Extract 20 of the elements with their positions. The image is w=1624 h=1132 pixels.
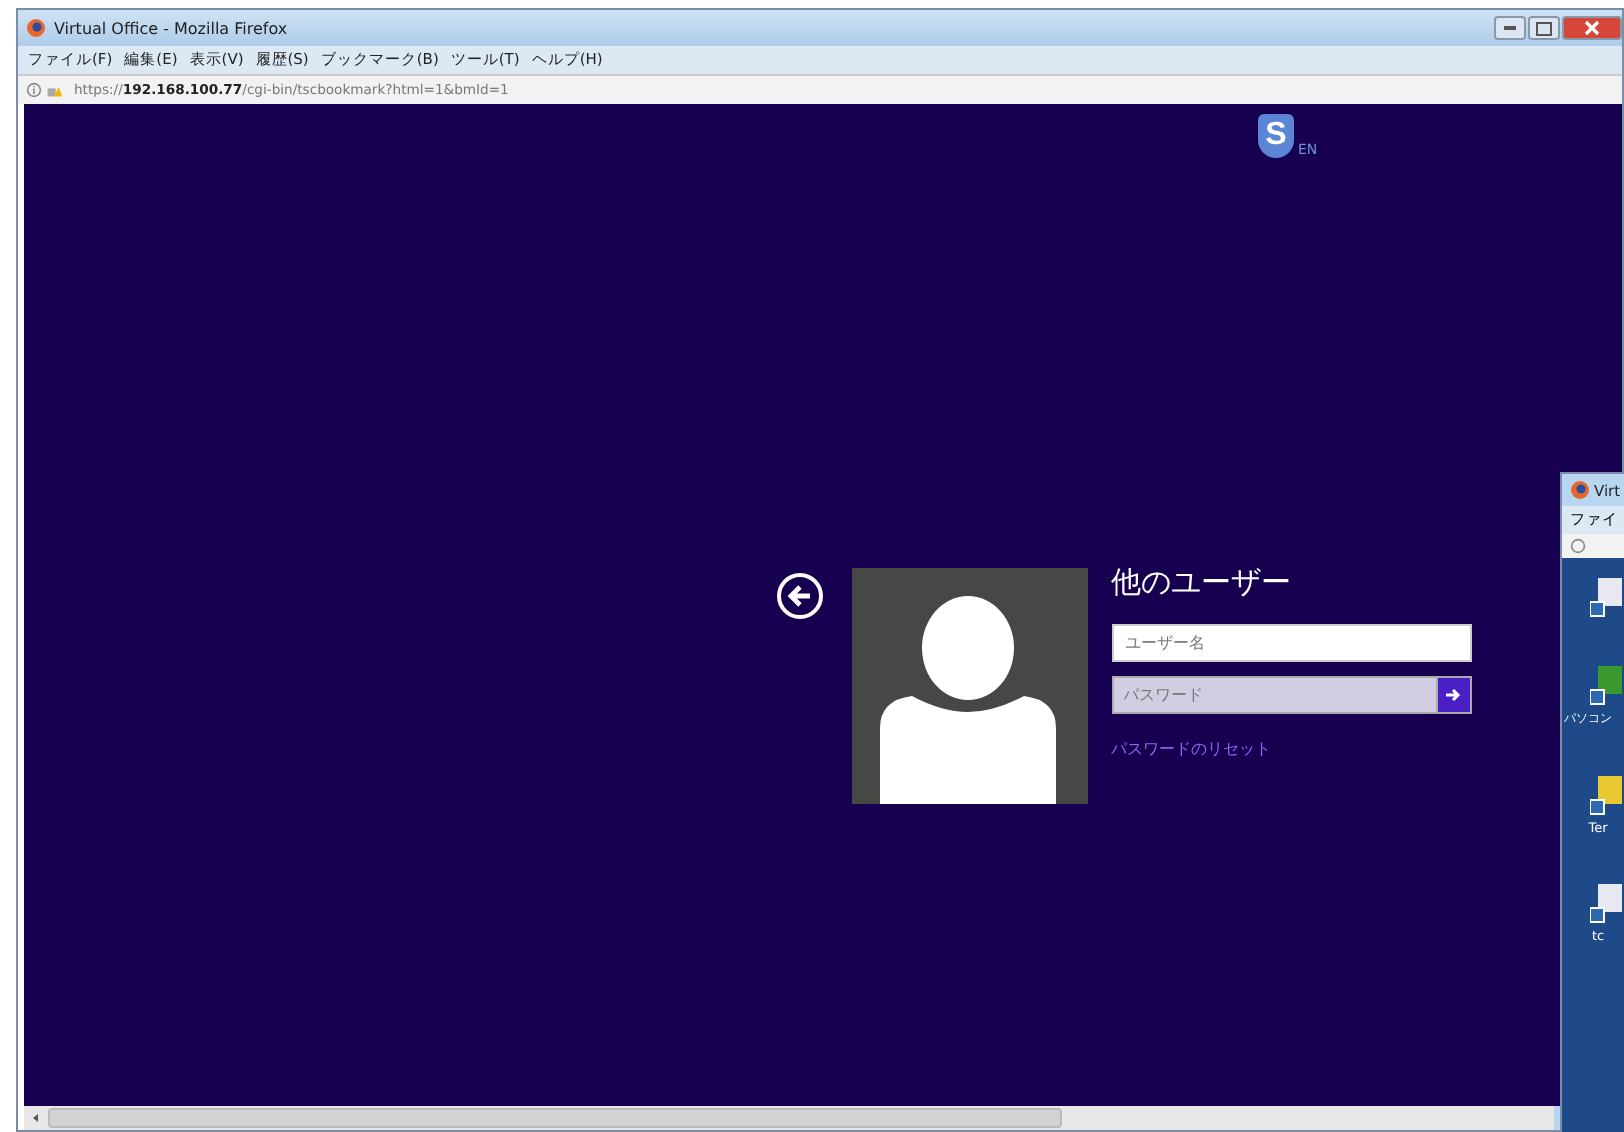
- submit-button[interactable]: [1435, 676, 1471, 714]
- window-title: Virtual Office - Mozilla Firefox: [54, 19, 288, 37]
- arrow-icon: [1444, 686, 1462, 704]
- shortcut-icon[interactable]: [1590, 884, 1624, 924]
- logo-shield: S: [1258, 114, 1294, 158]
- minimize-button[interactable]: [1494, 16, 1526, 40]
- password-field[interactable]: パスワード: [1111, 676, 1435, 714]
- shortcut-icon[interactable]: [1590, 666, 1624, 706]
- shortcut-icon[interactable]: [1590, 578, 1624, 618]
- browser-icon: [26, 18, 46, 38]
- username-field[interactable]: ユーザー名: [1111, 624, 1471, 662]
- shortcut-icon[interactable]: [1590, 776, 1624, 816]
- browser-icon: [1570, 480, 1590, 500]
- reset-password-link[interactable]: パスワードのリセット: [1111, 738, 1471, 760]
- login-title: 他のユーザー: [1111, 564, 1293, 604]
- maximize-button[interactable]: [1528, 16, 1560, 40]
- close-button[interactable]: [1562, 16, 1622, 40]
- close-icon: [1584, 20, 1600, 36]
- horizontal-scrollbar[interactable]: [18, 1106, 1554, 1130]
- scroll-left-icon[interactable]: [30, 1112, 42, 1124]
